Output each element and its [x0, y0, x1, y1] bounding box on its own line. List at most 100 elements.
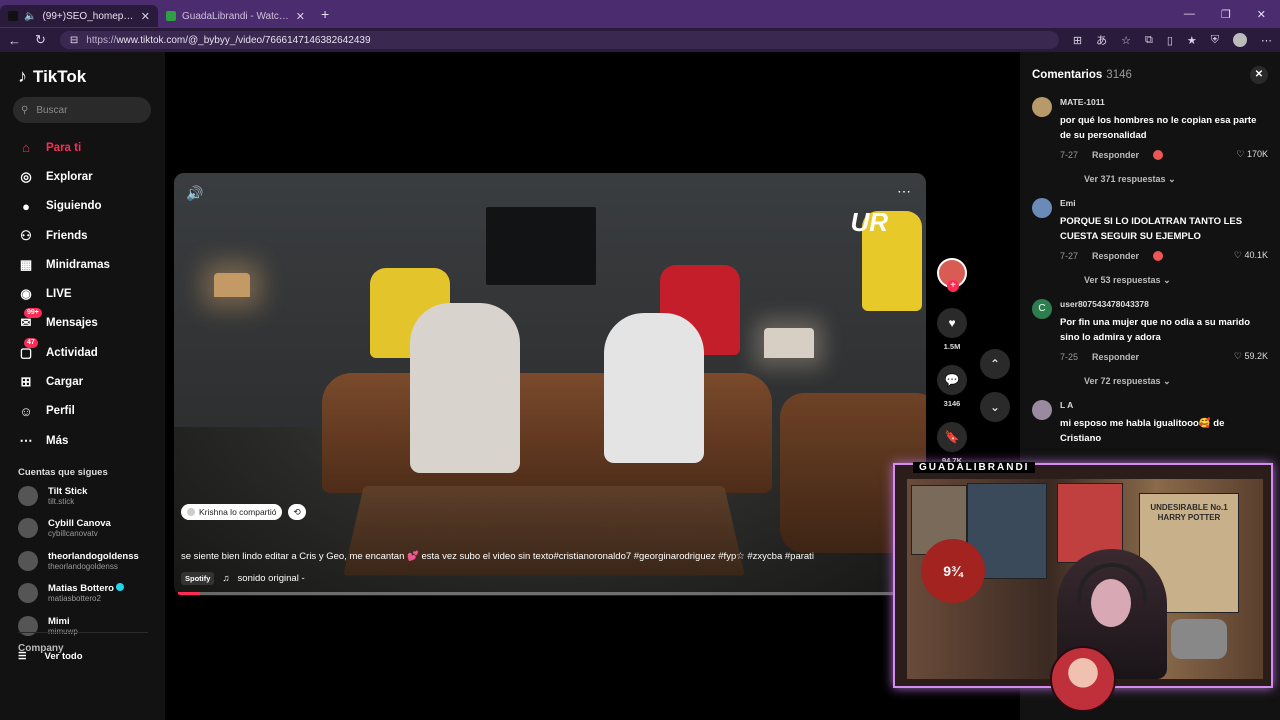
comment-user[interactable]: MATE-1011 — [1060, 97, 1268, 107]
comment-user[interactable]: Emi — [1060, 198, 1268, 208]
tab-kick[interactable]: GuadaLibrandi - Watch clips on Ki ✕ — [158, 5, 313, 27]
close-tab-icon[interactable]: ✕ — [141, 10, 150, 23]
account-handle: tilt.stick — [48, 496, 75, 506]
close-icon[interactable]: ✕ — [1250, 66, 1268, 84]
repost-icon[interactable]: ⟲ — [288, 504, 306, 520]
comment-button[interactable]: 💬 — [937, 365, 967, 395]
next-video-button[interactable]: ⌄ — [980, 392, 1010, 422]
close-window-icon[interactable]: ✕ — [1257, 8, 1266, 21]
shared-by-chip[interactable]: Krishna lo compartió — [181, 504, 283, 520]
favorite-star-icon[interactable]: ☆ — [1121, 34, 1131, 47]
following-account[interactable]: Matias Bottero matiasbottero2 — [18, 578, 165, 609]
sidebar-icon[interactable]: ▯ — [1167, 34, 1173, 47]
nav-cargar[interactable]: ⊞ Cargar — [18, 367, 165, 396]
comments-count: 3146 — [1106, 69, 1132, 81]
nav-friends[interactable]: ⚇ Friends — [18, 221, 165, 250]
minidramas-icon: ▦ — [19, 256, 33, 272]
avatar[interactable]: C — [1032, 299, 1052, 319]
new-tab-button[interactable]: + — [321, 6, 329, 22]
comments-header: Comentarios 3146 ✕ — [1032, 66, 1268, 84]
menu-dots-icon[interactable]: ⋯ — [1261, 34, 1272, 47]
heart-icon: ♥ — [948, 316, 956, 330]
following-title: Cuentas que sigues — [18, 467, 108, 479]
restore-icon[interactable]: ❐ — [1221, 8, 1231, 21]
nav-live[interactable]: ◉ LIVE — [18, 279, 165, 308]
comment-like-button[interactable]: ♡ 40.1K — [1234, 250, 1268, 261]
reply-button[interactable]: Responder — [1092, 251, 1139, 261]
video-scene-couch — [322, 373, 772, 493]
comment-text: mi esposo me habla igualitooo🥰 de Cristi… — [1060, 418, 1225, 444]
nav-label: Siguiendo — [46, 200, 102, 213]
nav-label: Para ti — [46, 141, 82, 154]
video-player[interactable]: 🔊 ⋯ UR Krishna lo compartió ⟲ se siente … — [174, 173, 926, 596]
url-host-path: www.tiktok.com/@_bybyy_/video/7666147146… — [116, 34, 371, 46]
nav-explorar[interactable]: ◎ Explorar — [18, 162, 165, 191]
nav-label: Actividad — [46, 346, 98, 359]
reply-button[interactable]: Responder — [1092, 352, 1139, 362]
nav-minidramas[interactable]: ▦ Minidramas — [18, 250, 165, 279]
favorites-icon[interactable]: ★ — [1187, 34, 1197, 47]
profile-avatar[interactable] — [1233, 33, 1247, 47]
video-progress-bar[interactable] — [178, 592, 922, 595]
search-input[interactable]: ⚲ Buscar — [13, 97, 151, 123]
shield-icon[interactable]: ⛨ — [1211, 34, 1219, 47]
url-scheme: https:// — [86, 34, 117, 46]
nav-para-ti[interactable]: ⌂ Para ti — [18, 133, 165, 162]
reload-icon[interactable]: ↻ — [35, 32, 46, 48]
view-replies-button[interactable]: Ver 72 respuestas ⌄ — [1084, 376, 1268, 387]
comment-user[interactable]: user807543478043378 — [1060, 299, 1268, 309]
streamer-face — [1091, 579, 1131, 627]
music-row[interactable]: Spotify ♫ sonido original - — [181, 572, 305, 585]
video-scene-person — [604, 313, 704, 463]
nav-perfil[interactable]: ☺ Perfil — [18, 397, 165, 426]
following-account[interactable]: Mimimimuwp — [18, 610, 165, 641]
following-account[interactable]: theorlandogoldenss theorlandogoldenss — [18, 545, 165, 576]
url-field[interactable]: ⊟ https://www.tiktok.com/@_bybyy_/video/… — [59, 31, 1059, 49]
comment-like-button[interactable]: ♡ 59.2K — [1234, 351, 1268, 362]
progress-fill — [178, 592, 201, 595]
view-replies-button[interactable]: Ver 53 respuestas ⌄ — [1084, 275, 1268, 286]
nav-mensajes[interactable]: ✉ 99+ Mensajes — [18, 308, 165, 338]
account-name: Tilt Stick — [48, 485, 88, 497]
minimize-icon[interactable]: — — [1184, 8, 1195, 21]
tiktok-logo[interactable]: ♪ TikTok — [18, 66, 165, 87]
nav-label: LIVE — [46, 288, 72, 301]
video-scene-tv — [486, 207, 596, 285]
browser-tools: ⊞ あ ☆ ⧉ ▯ ★ ⛨ ⋯ — [1073, 32, 1272, 48]
volume-icon[interactable]: 🔊 — [186, 185, 203, 202]
tab-tiktok[interactable]: 🔈 (99+)SEO_homepage_title ✕ — [0, 5, 158, 27]
speaker-icon[interactable]: 🔈 — [24, 11, 36, 22]
avatar[interactable] — [1032, 97, 1052, 117]
back-icon[interactable]: ← — [8, 33, 21, 48]
comment-like-button[interactable]: ♡ 170K — [1236, 149, 1268, 160]
avatar[interactable] — [1032, 198, 1052, 218]
more-options-icon[interactable]: ⋯ — [897, 183, 912, 200]
tiktok-note-icon: ♪ — [18, 66, 27, 86]
comment-likes: 40.1K — [1244, 250, 1268, 260]
view-replies-button[interactable]: Ver 371 respuestas ⌄ — [1084, 174, 1268, 185]
chevron-down-icon: ⌄ — [989, 400, 1001, 414]
comment-item: L A mi esposo me habla igualitooo🥰 de Cr… — [1032, 400, 1268, 446]
avatar[interactable] — [1032, 400, 1052, 420]
company-link[interactable]: Company — [18, 643, 64, 654]
tab-title: (99+)SEO_homepage_title — [42, 10, 135, 22]
extensions-icon[interactable]: ⧉ — [1145, 34, 1153, 47]
comment-user[interactable]: L A — [1060, 400, 1268, 410]
translate-icon[interactable]: あ — [1096, 32, 1107, 48]
previous-video-button[interactable]: ⌃ — [980, 349, 1010, 379]
spotify-badge[interactable]: Spotify — [181, 572, 215, 585]
creator-avatar[interactable]: + — [937, 258, 967, 292]
nav-actividad[interactable]: ▢ 47 Actividad — [18, 337, 165, 367]
save-button[interactable]: 🔖 — [937, 422, 967, 452]
app-icon[interactable]: ⊞ — [1073, 34, 1082, 47]
nav-mas[interactable]: ⋯ Más — [18, 426, 165, 455]
nav-siguiendo[interactable]: ● Siguiendo — [18, 192, 165, 221]
close-tab-icon[interactable]: ✕ — [296, 10, 305, 23]
account-name: theorlandogoldenss — [48, 550, 139, 562]
reply-button[interactable]: Responder — [1092, 150, 1139, 160]
page-info-icon[interactable]: ⊟ — [70, 35, 78, 46]
like-button[interactable]: ♥ — [937, 308, 967, 338]
following-account[interactable]: Cybill Canova cybillcanovatv — [18, 513, 165, 544]
following-account[interactable]: Tilt Stick tilt.stick — [18, 480, 165, 511]
follow-plus-icon[interactable]: + — [947, 280, 959, 292]
